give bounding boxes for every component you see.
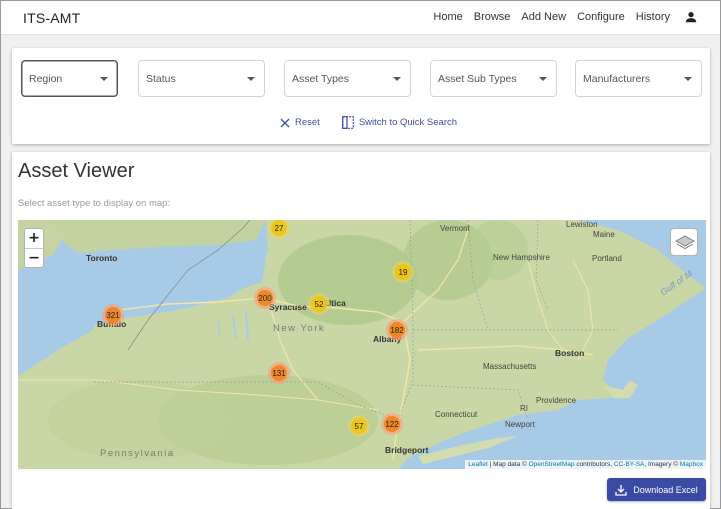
map-label-connecticut: Connecticut xyxy=(435,410,478,419)
cluster-count: 122 xyxy=(385,419,399,429)
map-zoom-control: + − xyxy=(24,228,44,268)
download-icon xyxy=(615,484,627,496)
mapbox-link[interactable]: Mapbox xyxy=(680,461,703,468)
asset-map[interactable]: Toronto Buffalo Syracuse Utica Albany Ne… xyxy=(18,220,706,469)
map-cluster-marker[interactable]: 182 xyxy=(386,319,408,341)
switch-to-quick-search-button[interactable]: Switch to Quick Search xyxy=(341,116,458,129)
cluster-count: 200 xyxy=(258,293,272,303)
split-view-icon xyxy=(341,116,354,129)
map-label-maine: Maine xyxy=(593,230,615,239)
cluster-count: 131 xyxy=(272,368,286,378)
map-label-new-hampshire: New Hampshire xyxy=(493,253,550,262)
app-title: ITS-AMT xyxy=(23,10,81,26)
map-label-new-york: New York xyxy=(273,323,326,334)
filter-actions: Reset Switch to Quick Search xyxy=(280,116,457,129)
asset-viewer-card: Asset Viewer Select asset type to displa… xyxy=(12,152,710,509)
cluster-count: 52 xyxy=(314,299,324,309)
asset-types-select-label: Asset Types xyxy=(292,73,350,85)
nav-browse-link[interactable]: Browse xyxy=(474,11,511,23)
openstreetmap-link[interactable]: OpenStreetMap xyxy=(529,461,575,468)
zoom-out-button[interactable]: − xyxy=(25,248,43,267)
status-select[interactable]: Status xyxy=(138,60,265,97)
chevron-down-icon xyxy=(247,77,255,81)
map-label-portland: Portland xyxy=(592,254,622,263)
map-instruction-text: Select asset type to display on map: xyxy=(18,198,171,209)
attribution-text: , Imagery © xyxy=(644,461,680,468)
map-label-syracuse: Syracuse xyxy=(269,302,307,312)
attribution-text: | Map data © xyxy=(487,461,529,468)
reset-button-label: Reset xyxy=(295,117,320,128)
map-layers-button[interactable] xyxy=(670,228,698,256)
map-label-pennsylvania: Pennsylvania xyxy=(100,448,175,459)
map-label-ri: RI xyxy=(520,404,528,413)
region-select-label: Region xyxy=(29,73,63,85)
asset-sub-types-select-label: Asset Sub Types xyxy=(438,73,517,85)
close-icon xyxy=(280,118,290,127)
attribution-text: contributors, xyxy=(574,461,614,468)
chevron-down-icon xyxy=(393,77,401,81)
nav-history-link[interactable]: History xyxy=(636,11,670,23)
chevron-down-icon xyxy=(539,77,547,81)
asset-types-select[interactable]: Asset Types xyxy=(284,60,411,97)
map-cluster-marker[interactable]: 57 xyxy=(348,415,370,437)
map-label-toronto: Toronto xyxy=(86,253,118,263)
map-cluster-marker[interactable]: 52 xyxy=(308,293,330,315)
download-excel-label: Download Excel xyxy=(633,484,698,495)
cluster-count: 57 xyxy=(354,421,364,431)
nav-configure-link[interactable]: Configure xyxy=(577,11,625,23)
cluster-count: 321 xyxy=(106,310,120,320)
switch-to-quick-search-label: Switch to Quick Search xyxy=(358,117,458,128)
map-cluster-marker[interactable]: 19 xyxy=(392,261,414,283)
nav-home-link[interactable]: Home xyxy=(433,11,462,23)
map-label-massachusetts: Massachusetts xyxy=(483,362,537,371)
cluster-count: 27 xyxy=(274,223,284,233)
layers-icon xyxy=(675,235,695,250)
nav-add-new-link[interactable]: Add New xyxy=(521,11,566,23)
status-select-label: Status xyxy=(146,73,176,85)
manufacturers-select[interactable]: Manufacturers xyxy=(575,60,702,97)
manufacturers-select-label: Manufacturers xyxy=(583,73,651,85)
leaflet-link[interactable]: Leaflet xyxy=(468,461,488,468)
map-label-boston: Boston xyxy=(555,348,585,358)
reset-button[interactable]: Reset xyxy=(280,117,320,128)
map-label-providence: Providence xyxy=(536,396,577,405)
map-label-bridgeport: Bridgeport xyxy=(385,445,429,455)
cluster-count: 19 xyxy=(398,267,408,277)
zoom-in-button[interactable]: + xyxy=(25,229,43,248)
chevron-down-icon xyxy=(684,77,692,81)
account-icon[interactable] xyxy=(684,10,698,24)
map-cluster-marker[interactable]: 131 xyxy=(268,362,290,384)
page-title: Asset Viewer xyxy=(18,160,135,182)
cluster-count: 182 xyxy=(390,325,404,335)
map-cluster-marker[interactable]: 321 xyxy=(102,304,124,326)
cc-by-sa-link[interactable]: CC-BY-SA xyxy=(614,461,644,468)
region-select[interactable]: Region xyxy=(21,60,118,97)
chevron-down-icon xyxy=(100,77,108,81)
main-nav: Home Browse Add New Configure History xyxy=(433,11,670,23)
map-cluster-marker[interactable]: 122 xyxy=(381,413,403,435)
map-label-vermont: Vermont xyxy=(440,224,470,233)
download-excel-button[interactable]: Download Excel xyxy=(607,478,706,501)
map-attribution: Leaflet | Map data © OpenStreetMap contr… xyxy=(465,460,706,469)
map-label-lewiston: Lewiston xyxy=(566,220,598,229)
asset-sub-types-select[interactable]: Asset Sub Types xyxy=(430,60,557,97)
map-cluster-marker[interactable]: 200 xyxy=(254,287,276,309)
map-label-newport: Newport xyxy=(505,420,535,429)
filter-panel: Region Status Asset Types Asset Sub Type… xyxy=(12,48,710,144)
top-app-bar: ITS-AMT Home Browse Add New Configure Hi… xyxy=(1,1,720,35)
